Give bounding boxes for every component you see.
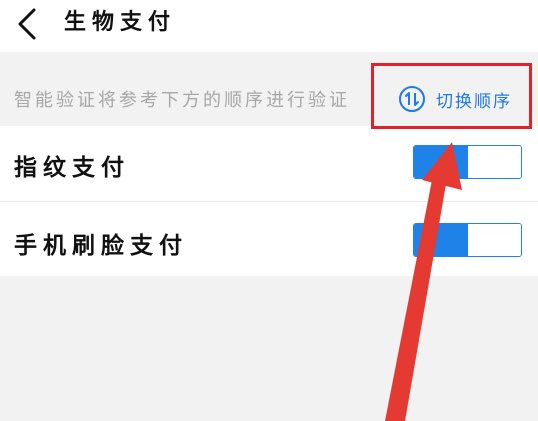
- fingerprint-pay-label: 指纹支付: [14, 154, 130, 181]
- fingerprint-pay-toggle[interactable]: [413, 145, 522, 179]
- chevron-left-icon: [18, 8, 36, 40]
- top-bar: 生物支付: [0, 0, 538, 52]
- face-pay-label: 手机刷脸支付: [14, 232, 188, 259]
- page-title: 生物支付: [64, 10, 177, 35]
- sort-order-icon: [399, 86, 425, 112]
- toggle-knob: [467, 224, 521, 256]
- order-hint-text: 智能验证将参考下方的顺序进行验证: [14, 90, 350, 111]
- switch-order-label: 切换顺序: [436, 91, 512, 112]
- list-item-fingerprint: 指纹支付: [0, 126, 538, 202]
- order-hint-bar: 智能验证将参考下方的顺序进行验证 切换顺序: [0, 70, 538, 126]
- payment-method-list: 指纹支付 手机刷脸支付: [0, 126, 538, 276]
- toggle-on-fill: [414, 224, 467, 256]
- toggle-on-fill: [414, 146, 467, 178]
- switch-order-button[interactable]: 切换顺序: [398, 82, 512, 116]
- toggle-knob: [467, 146, 521, 178]
- back-button[interactable]: [14, 6, 54, 42]
- list-item-face: 手机刷脸支付: [0, 202, 538, 277]
- face-pay-toggle[interactable]: [413, 223, 522, 257]
